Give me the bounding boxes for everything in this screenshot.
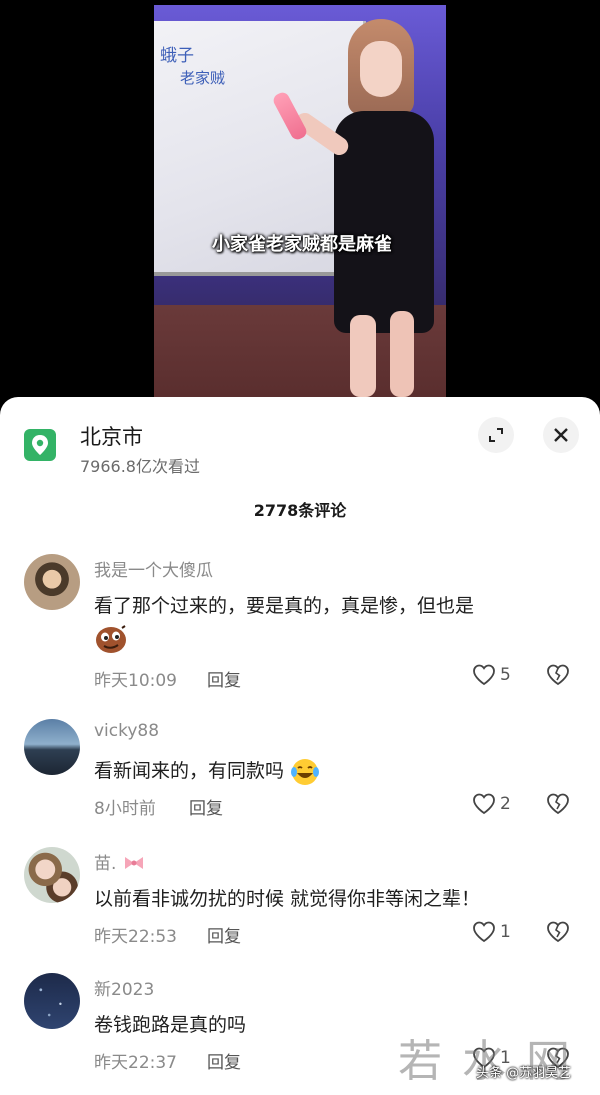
comment-item[interactable]: 我是一个大傻瓜 看了那个过来的，要是真的，真是惨，但也是 昨天10:09 回复 … xyxy=(0,554,600,691)
like-count: 2 xyxy=(500,794,511,814)
location-views: 7966.8亿次看过 xyxy=(80,457,200,476)
laugh-cry-emoji xyxy=(291,758,320,785)
reply-button[interactable]: 回复 xyxy=(207,666,241,691)
like-count: 5 xyxy=(500,665,511,685)
like-button[interactable]: 1 xyxy=(472,921,511,943)
presenter-leg xyxy=(390,311,414,397)
dislike-button[interactable] xyxy=(546,664,570,690)
comments-count-title: 2778条评论 xyxy=(253,501,347,520)
comment-username[interactable]: 我是一个大傻瓜 xyxy=(94,556,213,581)
comment-username-text: 苗. xyxy=(94,854,117,874)
heart-icon xyxy=(473,664,495,686)
comment-username[interactable]: 新2023 xyxy=(94,975,154,1000)
dislike-button[interactable] xyxy=(546,793,570,819)
board-text-2: 老家贼 xyxy=(180,69,226,87)
video-player[interactable]: 蛾子 老家贼 小家雀老家贼都是麻雀 xyxy=(0,0,600,420)
heart-icon xyxy=(473,793,495,815)
heart-icon xyxy=(473,921,495,943)
broken-heart-icon xyxy=(547,664,569,686)
comment-item[interactable]: vicky88 看新闻来的，有同款吗 8小时前 回复 2 xyxy=(0,719,600,843)
comment-username[interactable]: 苗. xyxy=(94,849,146,874)
comment-sheet: 北京市 7966.8亿次看过 2778条评论 我是一个大傻瓜 看了那个过来的，要… xyxy=(0,397,600,1095)
location-title[interactable]: 北京市 xyxy=(80,421,143,451)
watermark-source: 头条 @苏羽昊艺 xyxy=(476,1066,572,1081)
board-text-1: 蛾子 xyxy=(160,46,194,66)
comment-text: 以前看非诚勿扰的时候 就觉得你非等闲之辈！ xyxy=(94,888,481,910)
comment-time: 昨天10:09 xyxy=(94,671,177,691)
presenter xyxy=(271,15,446,397)
like-button[interactable]: 2 xyxy=(472,793,511,815)
like-count: 1 xyxy=(500,922,511,942)
presenter-face xyxy=(360,41,402,97)
video-subtitle: 小家雀老家贼都是麻雀 xyxy=(212,234,392,255)
avatar[interactable] xyxy=(24,719,80,775)
reply-button[interactable]: 回复 xyxy=(189,794,223,819)
avatar[interactable] xyxy=(24,973,80,1029)
comment-text: 看了那个过来的，要是真的，真是惨，但也是 xyxy=(94,590,574,654)
reply-button[interactable]: 回复 xyxy=(207,1048,241,1073)
smirk-emoji xyxy=(96,624,126,653)
location-pin-icon xyxy=(24,429,56,461)
avatar[interactable] xyxy=(24,847,80,903)
reply-button[interactable]: 回复 xyxy=(207,922,241,947)
comment-time: 8小时前 xyxy=(94,799,156,819)
bow-icon xyxy=(124,857,143,869)
comment-item[interactable]: 苗. 以前看非诚勿扰的时候 就觉得你非等闲之辈！ 昨天22:53 回复 1 xyxy=(0,847,600,971)
comment-time: 昨天22:53 xyxy=(94,927,177,947)
comment-text-body: 看新闻来的，有同款吗 xyxy=(94,760,285,782)
comment-text: 看新闻来的，有同款吗 xyxy=(94,755,574,787)
comment-time: 昨天22:37 xyxy=(94,1053,177,1073)
presenter-leg xyxy=(350,315,376,397)
presenter-dress xyxy=(334,111,434,333)
expand-icon xyxy=(489,428,503,442)
avatar[interactable] xyxy=(24,554,80,610)
like-button[interactable]: 5 xyxy=(472,664,511,686)
expand-button[interactable] xyxy=(478,417,514,453)
broken-heart-icon xyxy=(547,921,569,943)
broken-heart-icon xyxy=(547,793,569,815)
close-button[interactable] xyxy=(543,417,579,453)
dislike-button[interactable] xyxy=(546,921,570,947)
video-frame[interactable]: 蛾子 老家贼 小家雀老家贼都是麻雀 xyxy=(154,5,446,397)
comment-username[interactable]: vicky88 xyxy=(94,721,159,741)
comment-text-body: 看了那个过来的，要是真的，真是惨，但也是 xyxy=(94,595,475,617)
close-icon xyxy=(554,428,568,442)
